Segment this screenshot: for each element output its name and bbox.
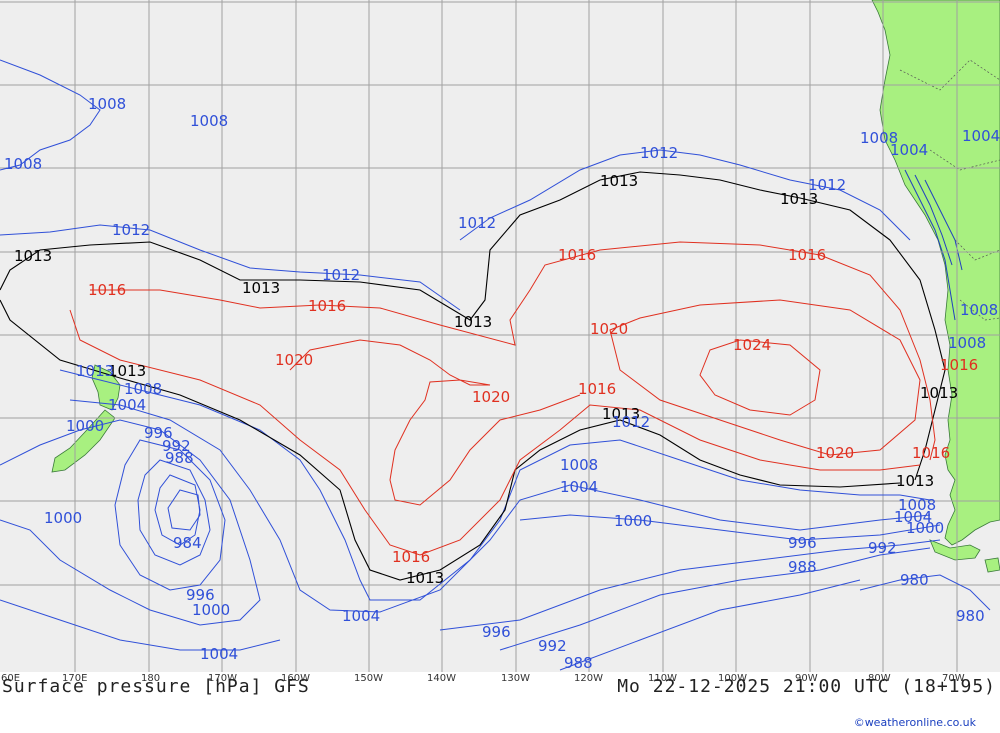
isobar-label: 1013 <box>406 569 444 587</box>
isobar-label: 1016 <box>392 548 430 566</box>
isobar-label: 1020 <box>472 388 510 406</box>
isobar-label: 1013 <box>242 279 280 297</box>
isobar-label: 1008 <box>860 129 898 147</box>
isobar-label: 1012 <box>808 176 846 194</box>
isobar-label: 988 <box>788 558 817 576</box>
isobar-label: 996 <box>788 534 817 552</box>
isobar-label: 1000 <box>906 519 944 537</box>
isobar-label: 1016 <box>308 297 346 315</box>
isobar-label: 1016 <box>940 356 978 374</box>
isobar-label: 1013 <box>14 247 52 265</box>
isobar-label: 1000 <box>614 512 652 530</box>
forecast-timestamp: Mo 22-12-2025 21:00 UTC (18+195) <box>617 676 996 697</box>
isobar-label: 1008 <box>190 112 228 130</box>
isobar-label: 1008 <box>4 155 42 173</box>
isobar-label: 980 <box>900 571 929 589</box>
lon-tick-8: 120W <box>574 673 603 684</box>
isobar-label: 1012 <box>640 144 678 162</box>
isobar-label: 1016 <box>912 444 950 462</box>
isobar-label: 1004 <box>200 645 238 663</box>
isobar-label: 1016 <box>88 281 126 299</box>
lon-tick-6: 140W <box>427 673 456 684</box>
surface-pressure-map: 60E 170E 180 170W 160W 150W 140W 130W 12… <box>0 0 1000 684</box>
isobar-label: 1004 <box>560 478 598 496</box>
isobar-label: 1020 <box>275 351 313 369</box>
isobar-label: 1008 <box>88 95 126 113</box>
isobar-label: 1008 <box>948 334 986 352</box>
isobar-label: 980 <box>956 607 985 625</box>
isobar-label: 1013 <box>896 472 934 490</box>
isobar-label: 1013 <box>454 313 492 331</box>
isobar-label: 1012 <box>458 214 496 232</box>
isobar-label: 1000 <box>192 601 230 619</box>
weather-map-screen: 60E 170E 180 170W 160W 150W 140W 130W 12… <box>0 0 1000 733</box>
map-title: Surface pressure [hPa] GFS <box>2 676 310 697</box>
ocean-area <box>0 0 1000 672</box>
isobar-label: 988 <box>165 449 194 467</box>
isobar-label: 996 <box>482 623 511 641</box>
isobar-label: 1012 <box>112 221 150 239</box>
isobar-label: 1020 <box>816 444 854 462</box>
isobar-label: 988 <box>564 654 593 672</box>
isobar-label: 1012 <box>322 266 360 284</box>
isobar-label: 992 <box>868 539 897 557</box>
credit-link[interactable]: ©weatheronline.co.uk <box>854 716 976 729</box>
lon-tick-7: 130W <box>501 673 530 684</box>
isobar-label: 1004 <box>962 127 1000 145</box>
isobar-label: 1008 <box>560 456 598 474</box>
isobar-label: 1000 <box>44 509 82 527</box>
isobar-label: 1012 <box>612 413 650 431</box>
isobar-label: 1008 <box>960 301 998 319</box>
falkland-islands <box>984 557 1000 573</box>
isobar-label: 992 <box>538 637 567 655</box>
isobar-label: 1016 <box>558 246 596 264</box>
isobar-label: 984 <box>173 534 202 552</box>
isobar-label: 1024 <box>733 336 771 354</box>
isobar-label: 1016 <box>788 246 826 264</box>
isobar-label: 1004 <box>108 396 146 414</box>
lon-tick-5: 150W <box>354 673 383 684</box>
isobar-label: 1016 <box>578 380 616 398</box>
isobar-label: 1000 <box>66 417 104 435</box>
isobar-label: 1020 <box>590 320 628 338</box>
isobar-label: 1013 <box>920 384 958 402</box>
isobar-label: 1004 <box>342 607 380 625</box>
isobar-label: 1013 <box>76 362 114 380</box>
isobar-label: 1013 <box>600 172 638 190</box>
